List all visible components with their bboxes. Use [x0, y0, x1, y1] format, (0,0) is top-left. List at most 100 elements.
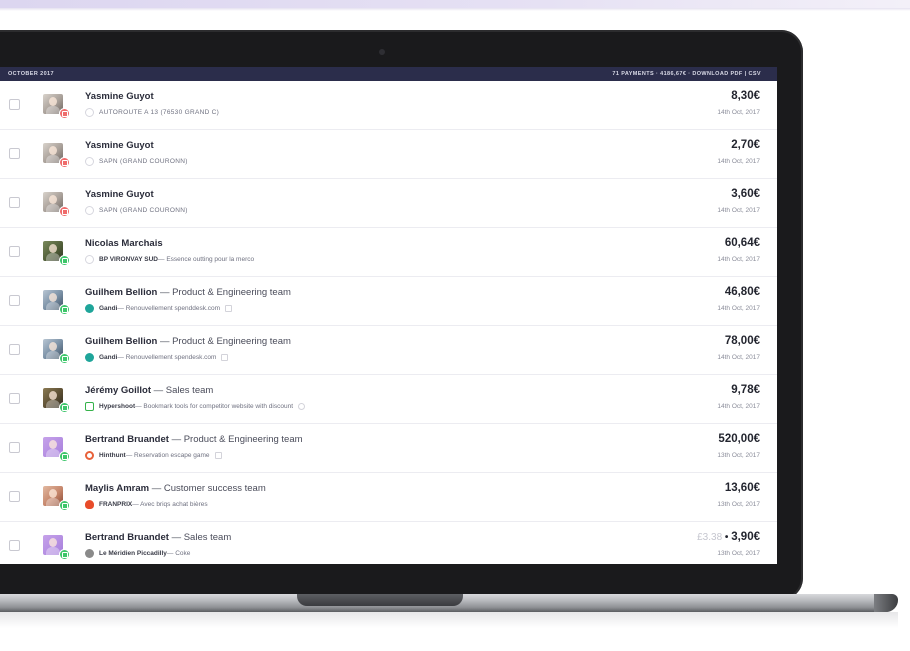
payments-header: OCTOBER 2017 71 PAYMENTS · 4186,67€ · DO…	[0, 67, 777, 81]
row-checkbox[interactable]	[9, 295, 20, 306]
status-badge-icon	[59, 304, 70, 315]
payment-row[interactable]: Bertrand Bruandet — Sales team Le Méridi…	[0, 522, 777, 564]
payment-description: — Coke	[166, 550, 191, 557]
merchant-name: FRANPRIX	[99, 501, 133, 508]
payment-date: 13th Oct, 2017	[717, 501, 760, 508]
payer-name: Bertrand Bruandet	[85, 434, 169, 445]
payment-amount: £3.38 • 3,90€	[697, 531, 760, 543]
team-name: Sales team	[183, 532, 232, 543]
payment-description: — Essence outting pour la merco	[158, 256, 255, 263]
team-separator: —	[149, 483, 164, 494]
row-checkbox[interactable]	[9, 540, 20, 551]
status-badge-icon	[59, 402, 70, 413]
payer-line: Nicolas Marchais	[85, 238, 163, 249]
receipt-icon[interactable]	[225, 305, 233, 312]
payment-row[interactable]: Yasmine Guyot AUTOROUTE A 13 (76530 GRAN…	[0, 81, 777, 130]
gandi-icon	[85, 353, 94, 362]
payment-row[interactable]: Yasmine Guyot SAPN (GRAND COURONN) 2,70€…	[0, 130, 777, 179]
team-separator: —	[157, 287, 173, 298]
payment-amount: 46,80€	[725, 286, 760, 298]
team-name: Product & Engineering team	[172, 287, 291, 298]
payment-description: AUTOROUTE A 13 (76530 GRAND C)	[99, 109, 220, 116]
payment-row[interactable]: Guilhem Bellion — Product & Engineering …	[0, 277, 777, 326]
payment-details: SAPN (GRAND COURONN)	[85, 157, 188, 166]
receipt-icon[interactable]	[221, 354, 229, 361]
payment-date: 14th Oct, 2017	[717, 158, 760, 165]
payment-details: SAPN (GRAND COURONN)	[85, 206, 188, 215]
receipt-icon[interactable]	[214, 452, 222, 459]
payer-name: Yasmine Guyot	[85, 189, 154, 200]
generic-merchant-icon	[85, 255, 94, 264]
payment-date: 14th Oct, 2017	[717, 403, 760, 410]
payments-list: Yasmine Guyot AUTOROUTE A 13 (76530 GRAN…	[0, 81, 777, 564]
row-checkbox[interactable]	[9, 246, 20, 257]
payer-name: Bertrand Bruandet	[85, 532, 169, 543]
payer-line: Yasmine Guyot	[85, 189, 154, 200]
amount-separator: •	[722, 532, 732, 543]
row-checkbox[interactable]	[9, 148, 20, 159]
payment-description: — Renouvellement spenddesk.com	[117, 305, 221, 312]
payment-row[interactable]: Guilhem Bellion — Product & Engineering …	[0, 326, 777, 375]
team-name: Product & Engineering team	[183, 434, 303, 445]
payment-description: — Renouvellement spendesk.com	[117, 354, 217, 361]
payment-amount: 78,00€	[725, 335, 760, 347]
team-name: Customer success team	[163, 483, 266, 494]
row-checkbox[interactable]	[9, 491, 20, 502]
generic-merchant-icon	[85, 206, 94, 215]
row-checkbox[interactable]	[9, 393, 20, 404]
payment-row[interactable]: Nicolas Marchais BP VIRONVAY SUD — Essen…	[0, 228, 777, 277]
payment-amount: 13,60€	[725, 482, 760, 494]
payment-details: FRANPRIX — Avec briqs achat bières	[85, 500, 208, 509]
payment-description: — Reservation escape game	[125, 452, 210, 459]
payer-line: Bertrand Bruandet — Product & Engineerin…	[85, 434, 303, 445]
status-badge-icon	[59, 206, 70, 217]
payment-description: SAPN (GRAND COURONN)	[99, 207, 188, 214]
payment-details: Gandi — Renouvellement spenddesk.com	[85, 304, 233, 313]
payment-row[interactable]: Bertrand Bruandet — Product & Engineerin…	[0, 424, 777, 473]
payer-name: Guilhem Bellion	[85, 336, 158, 347]
payment-amount: 3,60€	[731, 188, 760, 200]
payer-name: Guilhem Bellion	[85, 287, 158, 298]
original-amount: £3.38	[697, 532, 723, 543]
payment-description: — Bookmark tools for competitor website …	[135, 403, 293, 410]
payer-line: Jérémy Goillot — Sales team	[85, 385, 213, 396]
merchant-name: BP VIRONVAY SUD	[99, 256, 159, 263]
status-badge-icon	[59, 255, 70, 266]
payer-line: Yasmine Guyot	[85, 91, 154, 102]
payment-amount: 9,78€	[731, 384, 760, 396]
payment-date: 13th Oct, 2017	[717, 452, 760, 459]
team-name: Sales team	[165, 385, 214, 396]
payment-row[interactable]: Yasmine Guyot SAPN (GRAND COURONN) 3,60€…	[0, 179, 777, 228]
team-separator: —	[151, 385, 166, 396]
generic-merchant-icon	[85, 157, 94, 166]
payment-row[interactable]: Maylis Amram — Customer success team FRA…	[0, 473, 777, 522]
payment-details: Le Méridien Piccadilly — Coke	[85, 549, 190, 558]
hypershoot-icon	[85, 402, 94, 411]
row-checkbox[interactable]	[9, 197, 20, 208]
payment-amount: 60,64€	[725, 237, 760, 249]
merchant-name: Hinthunt	[99, 452, 126, 459]
status-badge-icon	[59, 549, 70, 560]
row-checkbox[interactable]	[9, 344, 20, 355]
hinthunt-icon	[85, 451, 94, 460]
top-band-shadow	[0, 8, 910, 11]
payments-summary-link[interactable]: 71 PAYMENTS · 4186,67€ · DOWNLOAD PDF | …	[612, 71, 761, 77]
payment-row[interactable]: Jérémy Goillot — Sales team Hypershoot —…	[0, 375, 777, 424]
payment-details: Hinthunt — Reservation escape game	[85, 451, 222, 460]
payer-name: Yasmine Guyot	[85, 140, 154, 151]
merchant-name: Gandi	[99, 305, 118, 312]
sync-icon[interactable]	[298, 403, 305, 410]
laptop-shadow	[0, 612, 898, 628]
row-checkbox[interactable]	[9, 442, 20, 453]
payment-details: Hypershoot — Bookmark tools for competit…	[85, 402, 305, 411]
payment-amount: 8,30€	[731, 90, 760, 102]
amount-value: 3,60€	[731, 188, 760, 200]
payer-name: Maylis Amram	[85, 483, 150, 494]
payment-date: 13th Oct, 2017	[717, 550, 760, 557]
payment-date: 14th Oct, 2017	[717, 207, 760, 214]
status-badge-icon	[59, 353, 70, 364]
laptop-notch	[297, 594, 463, 606]
laptop-base-edge	[874, 594, 898, 612]
row-checkbox[interactable]	[9, 99, 20, 110]
laptop-screen: OCTOBER 2017 71 PAYMENTS · 4186,67€ · DO…	[0, 67, 777, 564]
